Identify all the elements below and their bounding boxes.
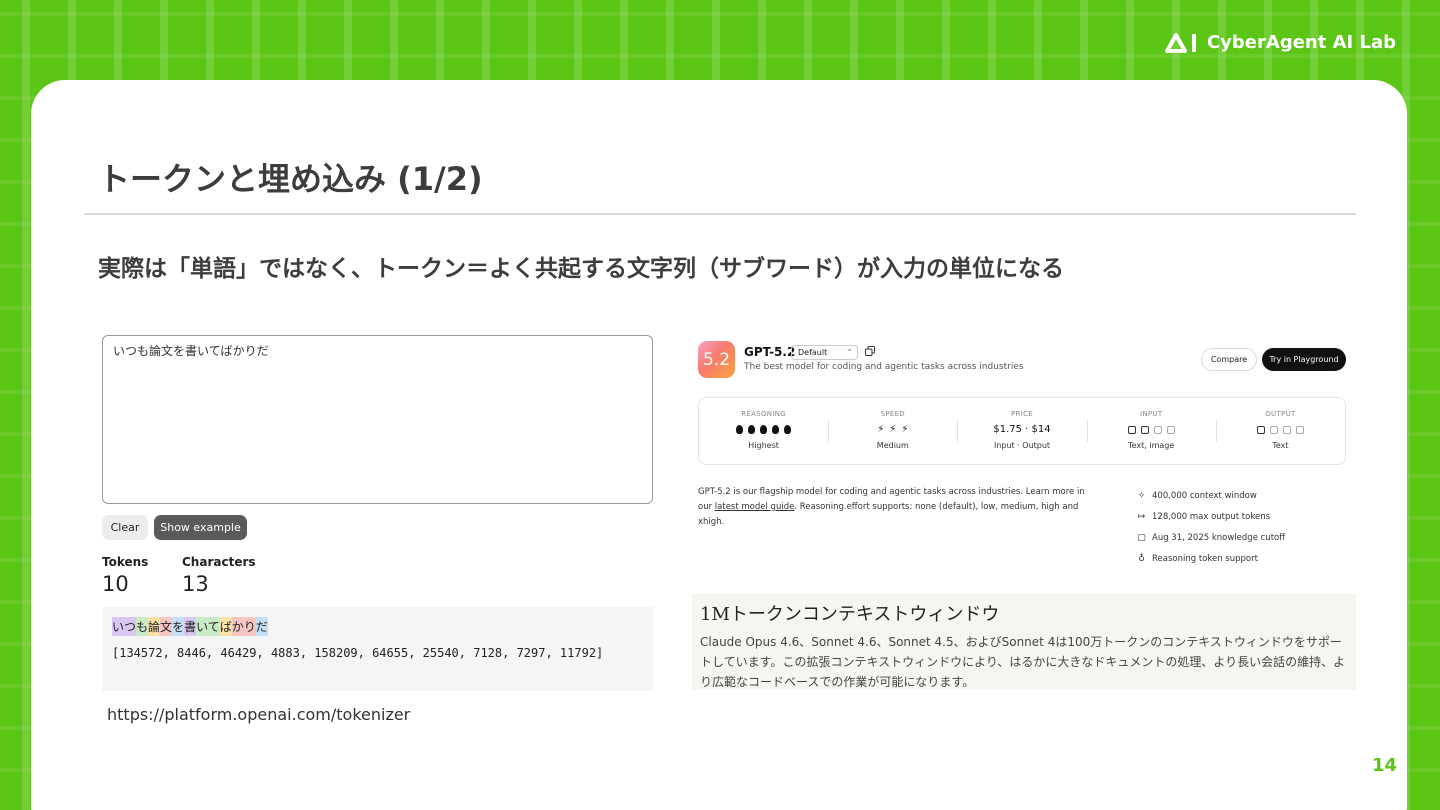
metric-label: OUTPUT — [1265, 410, 1296, 418]
arrow-out-icon: ↦ — [1137, 511, 1146, 522]
token-segment: 書 — [184, 617, 197, 636]
compare-button[interactable]: Compare — [1201, 348, 1257, 371]
sparkle-icon: ✧ — [1137, 490, 1146, 501]
gpt-model-icon: 5.2 — [698, 341, 735, 378]
image-icon — [1269, 425, 1278, 434]
lightning-icon: ⚡ — [889, 424, 897, 435]
token-segment: 論 — [148, 617, 161, 636]
metric-value: Text, image — [1128, 441, 1175, 450]
calendar-icon: ▢ — [1137, 532, 1146, 543]
gpt-model-description: The best model for coding and agentic ta… — [744, 362, 1024, 372]
audio-icon — [1282, 425, 1291, 434]
gpt-model-name: GPT-5.2 — [744, 345, 796, 359]
token-segment: だ — [255, 617, 268, 636]
tokenizer-input[interactable]: いつも論文を書いてばかりだ — [102, 335, 653, 504]
audio-icon — [1153, 425, 1162, 434]
metric-speed: SPEED ⚡ ⚡ ⚡ Medium — [828, 398, 957, 464]
feature-list: ✧ 400,000 context window ↦ 128,000 max o… — [1137, 485, 1285, 569]
copy-icon[interactable] — [865, 346, 875, 356]
video-icon — [1166, 425, 1175, 434]
token-ids: [134572, 8446, 46429, 4883, 158209, 6465… — [112, 646, 604, 660]
title-divider — [84, 213, 1356, 215]
tokens-value: 10 — [102, 572, 129, 596]
brand-name: CyberAgent AI Lab — [1206, 32, 1396, 53]
brand-logo: CyberAgent AI Lab — [1164, 32, 1396, 53]
metric-label: PRICE — [1011, 410, 1033, 418]
characters-value: 13 — [182, 572, 209, 596]
token-segment: かり — [231, 617, 256, 636]
token-segment: いつ — [112, 617, 137, 636]
token-segment: ば — [219, 617, 232, 636]
metric-value: Medium — [876, 441, 909, 450]
token-segment: も — [136, 617, 149, 636]
reasoning-bulb-icon — [736, 425, 744, 434]
text-icon — [1127, 425, 1136, 434]
input-modality-icons — [1127, 423, 1175, 436]
metric-reasoning: REASONING Highest — [699, 398, 828, 464]
token-segment: いて — [196, 617, 220, 636]
feature-text: 400,000 context window — [1152, 490, 1257, 501]
claude-panel-body: Claude Opus 4.6、Sonnet 4.6、Sonnet 4.5、およ… — [700, 635, 1346, 689]
metric-input: INPUT Text, image — [1086, 398, 1216, 464]
token-segments: いつも論文を書いてばかりだ — [112, 617, 643, 636]
slide-title: トークンと埋め込み (1/2) — [98, 160, 483, 198]
model-variant-select[interactable]: Default ⌃ — [791, 345, 858, 360]
feature-text: Aug 31, 2025 knowledge cutoff — [1152, 532, 1286, 543]
metric-value: Input · Output — [993, 441, 1051, 450]
page-number: 14 — [1372, 755, 1398, 776]
reasoning-level-icons — [736, 423, 792, 436]
feature-item: ▢ Aug 31, 2025 knowledge cutoff — [1137, 527, 1285, 548]
reasoning-bulb-icon — [784, 425, 792, 434]
metric-price: PRICE $1.75 · $14 Input · Output — [957, 398, 1086, 464]
clear-button[interactable]: Clear — [102, 515, 148, 540]
feature-item: ♁ Reasoning token support — [1137, 548, 1285, 569]
image-icon — [1140, 425, 1149, 434]
speed-level-icons: ⚡ ⚡ ⚡ — [877, 423, 908, 436]
characters-stat: Characters 13 — [182, 555, 256, 596]
show-example-button[interactable]: Show example — [154, 515, 247, 540]
model-variant-value: Default — [798, 348, 828, 357]
chevron-updown-icon: ⌃ — [846, 348, 853, 357]
feature-text: Reasoning token support — [1152, 553, 1258, 564]
metric-label: SPEED — [880, 410, 905, 418]
feature-item: ↦ 128,000 max output tokens — [1137, 506, 1285, 527]
characters-label: Characters — [182, 555, 256, 569]
latest-model-guide-link[interactable]: latest model guide — [715, 502, 795, 512]
slide-subtitle: 実際は「単語」ではなく、トークン＝よく共起する文字列（サブワード）が入力の単位に… — [98, 256, 1064, 282]
feature-item: ✧ 400,000 context window — [1137, 485, 1285, 506]
text-icon — [1256, 425, 1265, 434]
gpt-model-body: GPT-5.2 is our flagship model for coding… — [698, 485, 1098, 530]
claude-context-panel: 1Mトークンコンテキストウィンドウ Claude Opus 4.6、Sonnet… — [692, 594, 1356, 690]
metric-label: REASONING — [741, 410, 786, 418]
bulb-icon: ♁ — [1138, 553, 1145, 564]
source-url[interactable]: https://platform.openai.com/tokenizer — [107, 705, 410, 724]
token-segment: 文 — [160, 617, 173, 636]
metric-value: Highest — [748, 441, 779, 450]
token-segment: を — [172, 617, 185, 636]
video-icon — [1295, 425, 1304, 434]
metric-label: INPUT — [1140, 410, 1163, 418]
lightning-icon: ⚡ — [901, 424, 909, 435]
cyberagent-logo-icon — [1164, 32, 1199, 53]
metric-value: Text — [1272, 441, 1289, 450]
tokenizer-output: いつも論文を書いてばかりだ [134572, 8446, 46429, 4883… — [102, 607, 653, 691]
reasoning-bulb-icon — [772, 425, 780, 434]
output-modality-icons — [1256, 423, 1304, 436]
lightning-icon: ⚡ — [877, 424, 885, 435]
try-in-playground-button[interactable]: Try in Playground — [1262, 348, 1346, 371]
claude-panel-title: 1Mトークンコンテキストウィンドウ — [700, 604, 1000, 625]
model-metrics: REASONING Highest SPEED ⚡ ⚡ ⚡ Medium PRICE… — [698, 397, 1346, 465]
reasoning-bulb-icon — [748, 425, 756, 434]
metric-output: OUTPUT Text — [1215, 398, 1345, 464]
price-value: $1.75 · $14 — [993, 424, 1051, 435]
feature-text: 128,000 max output tokens — [1152, 511, 1271, 522]
reasoning-bulb-icon — [760, 425, 768, 434]
tokens-label: Tokens — [102, 555, 149, 569]
tokens-stat: Tokens 10 — [102, 555, 148, 596]
